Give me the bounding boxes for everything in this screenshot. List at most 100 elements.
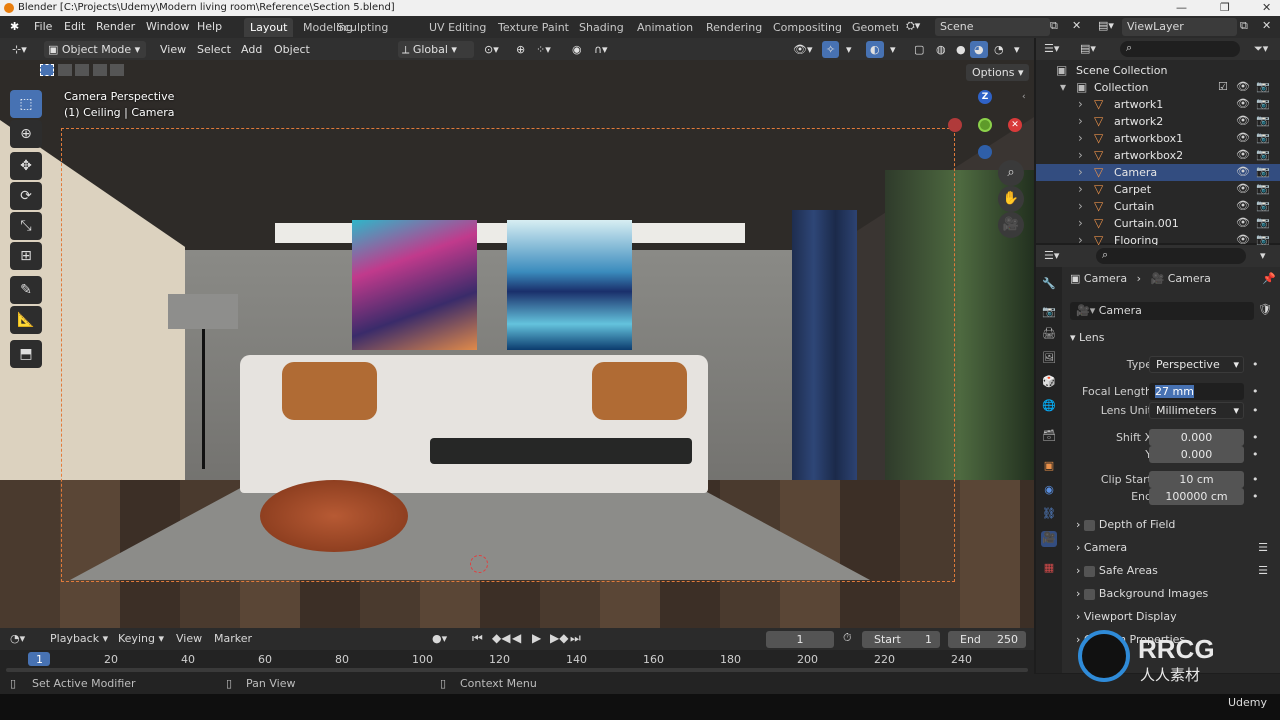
jump-start-icon[interactable]: ⏮ — [472, 631, 483, 646]
delete-scene-icon[interactable]: ✕ — [1072, 19, 1081, 32]
tab-compositing[interactable]: Compositing — [767, 18, 848, 37]
expand-icon[interactable]: › — [1078, 199, 1083, 213]
eye-icon[interactable]: 👁 — [1236, 182, 1250, 195]
maximize-icon[interactable]: ❐ — [1220, 1, 1230, 14]
collection-tab-icon[interactable]: 🗃 — [1041, 429, 1057, 445]
fake-user-shield-icon[interactable]: 🛡 — [1258, 303, 1272, 316]
playback-menu[interactable]: Playback ▾ — [50, 632, 108, 645]
outliner-item[interactable]: › ▽ artwork2 👁 📷 — [1036, 113, 1280, 130]
background-images-checkbox[interactable] — [1083, 588, 1095, 600]
scale-tool-icon[interactable]: ⤡ — [10, 212, 42, 240]
timeline-editor-icon[interactable]: ◔▾ — [10, 632, 25, 645]
camera-data-tab-icon[interactable]: 🎥 — [1041, 531, 1057, 547]
auto-keying-icon[interactable]: ●▾ — [432, 632, 447, 645]
lens-unit-dropdown[interactable]: Millimeters ▾ — [1149, 402, 1244, 419]
new-scene-icon[interactable]: ⧉ — [1050, 19, 1058, 33]
collection-checkbox[interactable]: ☑ — [1218, 80, 1228, 93]
outliner-item[interactable]: › ▽ artworkbox2 👁 📷 — [1036, 147, 1280, 164]
depth-of-field-panel[interactable]: › Depth of Field — [1076, 518, 1274, 538]
viewlayer-icon[interactable]: ▤▾ — [1098, 19, 1114, 32]
prev-keyframe-icon[interactable]: ◆◀ — [492, 631, 510, 645]
tab-animation[interactable]: Animation — [631, 18, 699, 37]
viewlayer-field[interactable]: ViewLayer — [1122, 18, 1237, 36]
shift-x-input[interactable]: 0.000 — [1149, 429, 1244, 446]
lens-type-dropdown[interactable]: Perspective ▾ — [1149, 356, 1244, 373]
expand-icon[interactable]: › — [1078, 97, 1083, 111]
next-keyframe-icon[interactable]: ▶◆ — [550, 631, 568, 645]
marker-menu[interactable]: Marker — [214, 632, 252, 645]
shift-y-input[interactable]: 0.000 — [1149, 446, 1244, 463]
add-cube-tool-icon[interactable]: ⬒ — [10, 340, 42, 368]
close-icon[interactable]: ✕ — [1262, 1, 1271, 14]
scene-selector-icon[interactable]: ⛭▾ — [906, 19, 920, 33]
dof-checkbox[interactable] — [1083, 519, 1095, 531]
select-subtract-icon[interactable] — [75, 64, 89, 76]
render-tab-icon[interactable]: 📷 — [1041, 305, 1057, 321]
gizmo-x-axis[interactable]: ✕ — [1008, 118, 1022, 132]
pivot-icon[interactable]: ⊙▾ — [480, 41, 503, 58]
falloff-icon[interactable]: ∩▾ — [590, 41, 612, 58]
view-layer-tab-icon[interactable]: 🖼 — [1041, 351, 1057, 367]
keyframe-dot-icon[interactable]: • — [1252, 358, 1259, 371]
visibility-icon[interactable]: 👁▾ — [789, 41, 817, 58]
camera-datablock-field[interactable]: 🎥▾ Camera — [1070, 302, 1254, 320]
viewport-display-panel[interactable]: › Viewport Display — [1076, 610, 1274, 630]
expand-icon[interactable]: › — [1078, 216, 1083, 230]
current-frame-input[interactable]: 1 — [766, 631, 834, 648]
tab-texture-paint[interactable]: Texture Paint — [492, 18, 575, 37]
keying-menu[interactable]: Keying ▾ — [118, 632, 164, 645]
annotate-tool-icon[interactable]: ✎ — [10, 276, 42, 304]
render-camera-icon[interactable]: 📷 — [1256, 199, 1270, 212]
render-camera-icon[interactable]: 📷 — [1256, 165, 1270, 178]
orientation-dropdown[interactable]: ⟂ Global ▾ — [398, 41, 474, 58]
start-frame-input[interactable]: Start 1 — [862, 631, 940, 648]
timeline-view-menu[interactable]: View — [176, 632, 202, 645]
eye-icon[interactable]: 👁 — [1236, 165, 1250, 178]
outliner-item[interactable]: › ▽ Curtain 👁 📷 — [1036, 198, 1280, 215]
tab-sculpting[interactable]: Sculpting — [331, 18, 394, 37]
menu-help[interactable]: Help — [197, 20, 222, 33]
render-camera-icon[interactable]: 📷 — [1256, 114, 1270, 127]
camera-view-icon[interactable]: 🎥 — [998, 212, 1024, 238]
render-camera-icon[interactable]: 📷 — [1256, 216, 1270, 229]
menu-render[interactable]: Render — [96, 20, 135, 33]
zoom-icon[interactable]: ⌕ — [998, 160, 1024, 186]
outliner-scene-collection[interactable]: ▣ Scene Collection — [1036, 62, 1280, 79]
sidebar-toggle-icon[interactable]: ‹ — [1022, 92, 1026, 102]
keyframe-dot-icon[interactable]: • — [1252, 473, 1259, 486]
eye-icon[interactable]: 👁 — [1236, 148, 1250, 161]
menu-object[interactable]: Object — [270, 41, 314, 58]
gizmo-neg-x-axis[interactable] — [948, 118, 962, 132]
overlay-dropdown-icon[interactable]: ▾ — [886, 41, 900, 58]
shading-material-icon[interactable]: ◕ — [970, 41, 988, 58]
3d-viewport[interactable]: Camera Perspective (1) Ceiling | Camera … — [0, 60, 1034, 628]
outliner-item[interactable]: › ▽ Camera 👁 📷 — [1036, 164, 1280, 181]
menu-view[interactable]: View — [156, 41, 190, 58]
expand-icon[interactable]: › — [1078, 182, 1083, 196]
expand-icon[interactable]: ▾ — [1060, 80, 1066, 94]
properties-search-field[interactable]: ⌕ — [1096, 248, 1246, 264]
select-intersect-icon[interactable] — [110, 64, 124, 76]
3d-cursor-icon[interactable] — [470, 555, 488, 573]
clip-start-input[interactable]: 10 cm — [1149, 471, 1244, 488]
presets-list-icon[interactable]: ☰ — [1258, 564, 1268, 577]
preview-range-icon[interactable]: ⏱ — [843, 631, 852, 645]
transform-tool-icon[interactable]: ⊞ — [10, 242, 42, 270]
background-images-panel[interactable]: › Background Images — [1076, 587, 1274, 607]
keyframe-dot-icon[interactable]: • — [1252, 385, 1259, 398]
render-camera-icon[interactable]: 📷 — [1256, 80, 1270, 93]
xray-icon[interactable]: ▢ — [910, 41, 928, 58]
outliner-collection[interactable]: ▾ ▣ Collection ☑ 👁 📷 — [1036, 79, 1280, 96]
jump-end-icon[interactable]: ⏭ — [570, 631, 581, 646]
minimize-icon[interactable]: — — [1176, 1, 1187, 14]
tab-rendering[interactable]: Rendering — [700, 18, 768, 37]
world-tab-icon[interactable]: 🌐 — [1041, 399, 1057, 415]
menu-select[interactable]: Select — [193, 41, 235, 58]
gizmo-dropdown-icon[interactable]: ▾ — [842, 41, 856, 58]
outliner-item[interactable]: › ▽ artworkbox1 👁 📷 — [1036, 130, 1280, 147]
display-mode-icon[interactable]: ▤▾ — [1080, 42, 1096, 55]
expand-icon[interactable]: › — [1078, 131, 1083, 145]
expand-icon[interactable]: › — [1078, 148, 1083, 162]
blender-menu-icon[interactable]: ✱ — [10, 20, 19, 33]
shading-wireframe-icon[interactable]: ◍ — [932, 41, 950, 58]
